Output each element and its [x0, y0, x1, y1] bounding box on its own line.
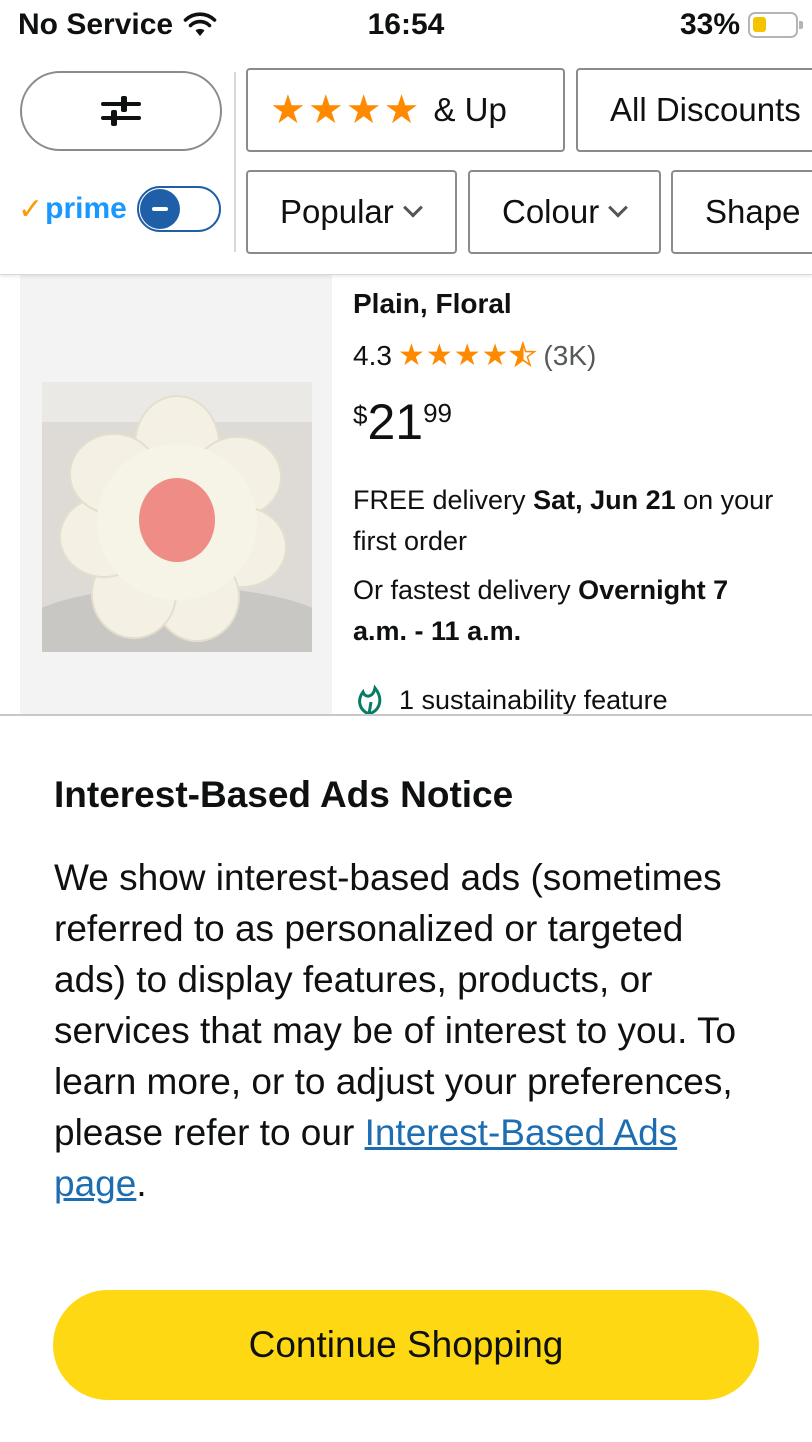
sustainability-badge[interactable]: 1 sustainability feature [353, 684, 668, 716]
product-card[interactable]: Plain, Floral 4.3 ★★★★★ (3K) $ 21 99 FRE… [20, 274, 792, 719]
notice-body: We show interest-based ads (sometimes re… [54, 857, 737, 1204]
chip-colour[interactable]: Colour [468, 170, 661, 254]
battery-icon [748, 12, 803, 38]
status-right: 33% [679, 8, 803, 42]
toggle-knob [139, 189, 180, 229]
filter-bar: ✓ prime ★★★★ & Up All Discounts Popular … [0, 54, 812, 275]
product-image-panel[interactable] [20, 274, 332, 719]
chevron-down-icon [402, 197, 423, 218]
rating-value: 4.3 [353, 339, 392, 371]
delivery-info: FREE delivery Sat, Jun 21 on your first … [353, 485, 774, 556]
chip-shape[interactable]: Shape [671, 170, 812, 254]
fastest-delivery-info: Or fastest delivery Overnight 7 a.m. - 1… [353, 575, 729, 646]
continue-shopping-button[interactable]: Continue Shopping [53, 1290, 759, 1400]
rating-count: (3K) [543, 339, 597, 371]
interest-based-ads-notice: Interest-Based Ads Notice We show intere… [0, 714, 812, 1442]
chevron-down-icon [608, 197, 629, 218]
product-price: $ 21 99 [353, 394, 453, 450]
notice-title: Interest-Based Ads Notice [54, 774, 514, 815]
star-rating-icon: ★★★★ [270, 88, 422, 132]
battery-fill [753, 17, 766, 32]
status-bar: No Service 16:54 33% [0, 0, 812, 54]
chip-all-discounts[interactable]: All Discounts [576, 68, 812, 152]
prime-toggle[interactable] [136, 186, 221, 232]
product-image[interactable] [42, 382, 312, 652]
leaf-icon [358, 684, 382, 716]
divider [234, 72, 236, 252]
product-rating[interactable]: 4.3 ★★★★★ (3K) [353, 338, 596, 373]
battery-percent: 33% [679, 8, 740, 41]
chip-popular[interactable]: Popular [246, 170, 457, 254]
prime-filter: ✓ prime [18, 186, 221, 232]
prime-logo: ✓ prime [18, 192, 127, 226]
prime-check-icon: ✓ [18, 192, 44, 226]
flower-pillow-image [42, 382, 312, 652]
star-rating-icon: ★★★★★ [397, 338, 538, 373]
filters-button[interactable] [20, 71, 222, 151]
chip-four-stars-and-up[interactable]: ★★★★ & Up [246, 68, 565, 152]
product-title[interactable]: Plain, Floral [353, 288, 512, 320]
sliders-icon [101, 96, 141, 126]
